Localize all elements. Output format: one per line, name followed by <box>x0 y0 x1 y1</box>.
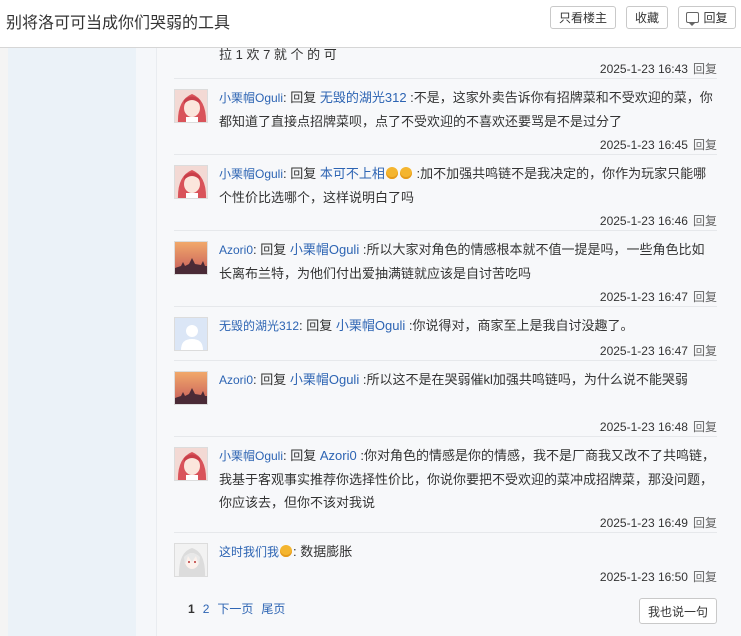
reply-time: 2025-1-23 16:50 <box>599 570 688 584</box>
divider <box>174 306 717 307</box>
user-link[interactable]: Azori0 <box>219 243 253 257</box>
reply-link[interactable]: 回复 <box>693 138 717 152</box>
divider <box>174 154 717 155</box>
reply-meta: 2025-1-23 16:45 回复 <box>600 136 717 153</box>
reply-connector: : 回复 <box>283 90 320 105</box>
red-hair-anime-avatar-icon <box>175 448 207 480</box>
page-current: 1 <box>188 602 195 616</box>
reply-button-label: 回复 <box>703 11 728 25</box>
reply-target-link[interactable]: 小栗帽Oguli <box>290 372 359 387</box>
page-link-2[interactable]: 2 <box>203 602 210 616</box>
white-hair-anime-avatar-icon <box>175 544 207 576</box>
reply-body: Azori0: 回复 小栗帽Oguli :所以大家对角色的情感根本就不值一提是吗… <box>219 238 717 285</box>
only-op-button[interactable]: 只看楼主 <box>550 6 616 29</box>
reply-link[interactable]: 回复 <box>693 420 717 434</box>
reply-time: 2025-1-23 16:43 <box>599 62 688 76</box>
user-link[interactable]: 小栗帽Oguli <box>219 167 283 181</box>
user-link[interactable]: 这时我们我 <box>219 545 279 559</box>
reply-time: 2025-1-23 16:45 <box>599 138 688 152</box>
user-link[interactable]: 小栗帽Oguli <box>219 91 283 105</box>
next-page-link[interactable]: 下一页 <box>217 602 253 616</box>
divider <box>174 360 717 361</box>
divider <box>174 230 717 231</box>
avatar[interactable] <box>174 89 208 123</box>
reply-body: 这时我们我: 数据膨胀 <box>219 540 717 564</box>
reply-meta: 2025-1-23 16:48 回复 <box>600 418 717 435</box>
reply-body: 小栗帽Oguli: 回复 无毁的湖光312 :不是，这家外卖告诉你有招牌菜和不受… <box>219 86 717 133</box>
reply-meta: 2025-1-23 16:50 回复 <box>600 568 717 585</box>
default-user-avatar-icon <box>175 318 207 350</box>
reply-meta: 2025-1-23 16:47 回复 <box>600 342 717 359</box>
reply-meta: 2025-1-23 16:43 回复 <box>600 60 717 77</box>
reply-target-link[interactable]: 本可不上相 <box>320 166 385 181</box>
gutter <box>136 48 156 636</box>
pagination: 1 2 下一页 尾页 <box>188 600 293 617</box>
thread-header: 别将洛可可当成你们哭弱的工具 只看楼主 收藏 回复 <box>0 0 741 48</box>
reply-body: 小栗帽Oguli: 回复 本可不上相 :加不加强共鸣链不是我决定的，你作为玩家只… <box>219 162 717 209</box>
reply-meta: 2025-1-23 16:47 回复 <box>600 288 717 305</box>
comment-icon <box>686 12 700 26</box>
reply-link[interactable]: 回复 <box>693 290 717 304</box>
reply-target-link[interactable]: 小栗帽Oguli <box>290 242 359 257</box>
reply-link[interactable]: 回复 <box>693 214 717 228</box>
reply-time: 2025-1-23 16:48 <box>599 420 688 434</box>
smile-emoji-icon <box>280 545 293 557</box>
reply-time: 2025-1-23 16:47 <box>599 290 688 304</box>
reply-time: 2025-1-23 16:46 <box>599 214 688 228</box>
reply-connector: : 回复 <box>299 318 336 333</box>
avatar[interactable] <box>174 447 208 481</box>
reply-connector: : 回复 <box>253 242 290 257</box>
reply-list: 拉 1 欢 7 就 个 的 可 2025-1-23 16:43 回复 小栗帽Ogu… <box>156 48 741 636</box>
sunset-city-avatar-icon <box>175 372 207 404</box>
say-something-button[interactable]: 我也说一句 <box>639 598 717 624</box>
reply-target-link[interactable]: 无毁的湖光312 <box>320 90 407 105</box>
left-edge <box>0 48 8 636</box>
reply-text: :所以这不是在哭弱催kl加强共鸣链吗，为什么说不能哭弱 <box>359 372 688 387</box>
reply-connector: : 回复 <box>283 448 320 463</box>
thread-title: 别将洛可可当成你们哭弱的工具 <box>6 15 231 32</box>
sunset-city-avatar-icon <box>175 242 207 274</box>
reply-link[interactable]: 回复 <box>693 570 717 584</box>
red-hair-anime-avatar-icon <box>175 166 207 198</box>
avatar[interactable] <box>174 317 208 351</box>
user-link[interactable]: Azori0 <box>219 373 253 387</box>
reply-time: 2025-1-23 16:49 <box>599 516 688 530</box>
avatar[interactable] <box>174 165 208 199</box>
reply-text: 数据膨胀 <box>300 544 353 559</box>
favorite-button[interactable]: 收藏 <box>626 6 668 29</box>
smile-emoji-icon <box>385 167 398 179</box>
user-link[interactable]: 无毁的湖光312 <box>219 319 299 333</box>
divider <box>174 78 717 79</box>
smile-emoji-icon <box>399 167 412 179</box>
reply-link[interactable]: 回复 <box>693 516 717 530</box>
divider <box>174 532 717 533</box>
reply-body: Azori0: 回复 小栗帽Oguli :所以这不是在哭弱催kl加强共鸣链吗，为… <box>219 368 717 392</box>
reply-meta: 2025-1-23 16:49 回复 <box>600 514 717 531</box>
reply-button[interactable]: 回复 <box>678 6 736 29</box>
reply-body: 无毁的湖光312: 回复 小栗帽Oguli :你说得对，商家至上是我自讨没趣了。 <box>219 314 717 338</box>
user-link[interactable]: 小栗帽Oguli <box>219 449 283 463</box>
reply-connector: : 回复 <box>283 166 320 181</box>
red-hair-anime-avatar-icon <box>175 90 207 122</box>
avatar[interactable] <box>174 543 208 577</box>
cut-off-text: 拉 1 欢 7 就 个 的 可 <box>219 48 337 62</box>
divider <box>174 436 717 437</box>
reply-connector: : 回复 <box>253 372 290 387</box>
avatar[interactable] <box>174 371 208 405</box>
reply-time: 2025-1-23 16:47 <box>599 344 688 358</box>
reply-target-link[interactable]: 小栗帽Oguli <box>336 318 405 333</box>
author-sidebar <box>8 48 136 636</box>
reply-text: :你说得对，商家至上是我自讨没趣了。 <box>405 318 634 333</box>
reply-link[interactable]: 回复 <box>693 344 717 358</box>
reply-target-link[interactable]: Azori0 <box>320 448 357 463</box>
reply-link[interactable]: 回复 <box>693 62 717 76</box>
avatar[interactable] <box>174 241 208 275</box>
reply-body: 小栗帽Oguli: 回复 Azori0 :你对角色的情感是你的情感，我不是厂商我… <box>219 444 717 514</box>
last-page-link[interactable]: 尾页 <box>261 602 285 616</box>
reply-meta: 2025-1-23 16:46 回复 <box>600 212 717 229</box>
